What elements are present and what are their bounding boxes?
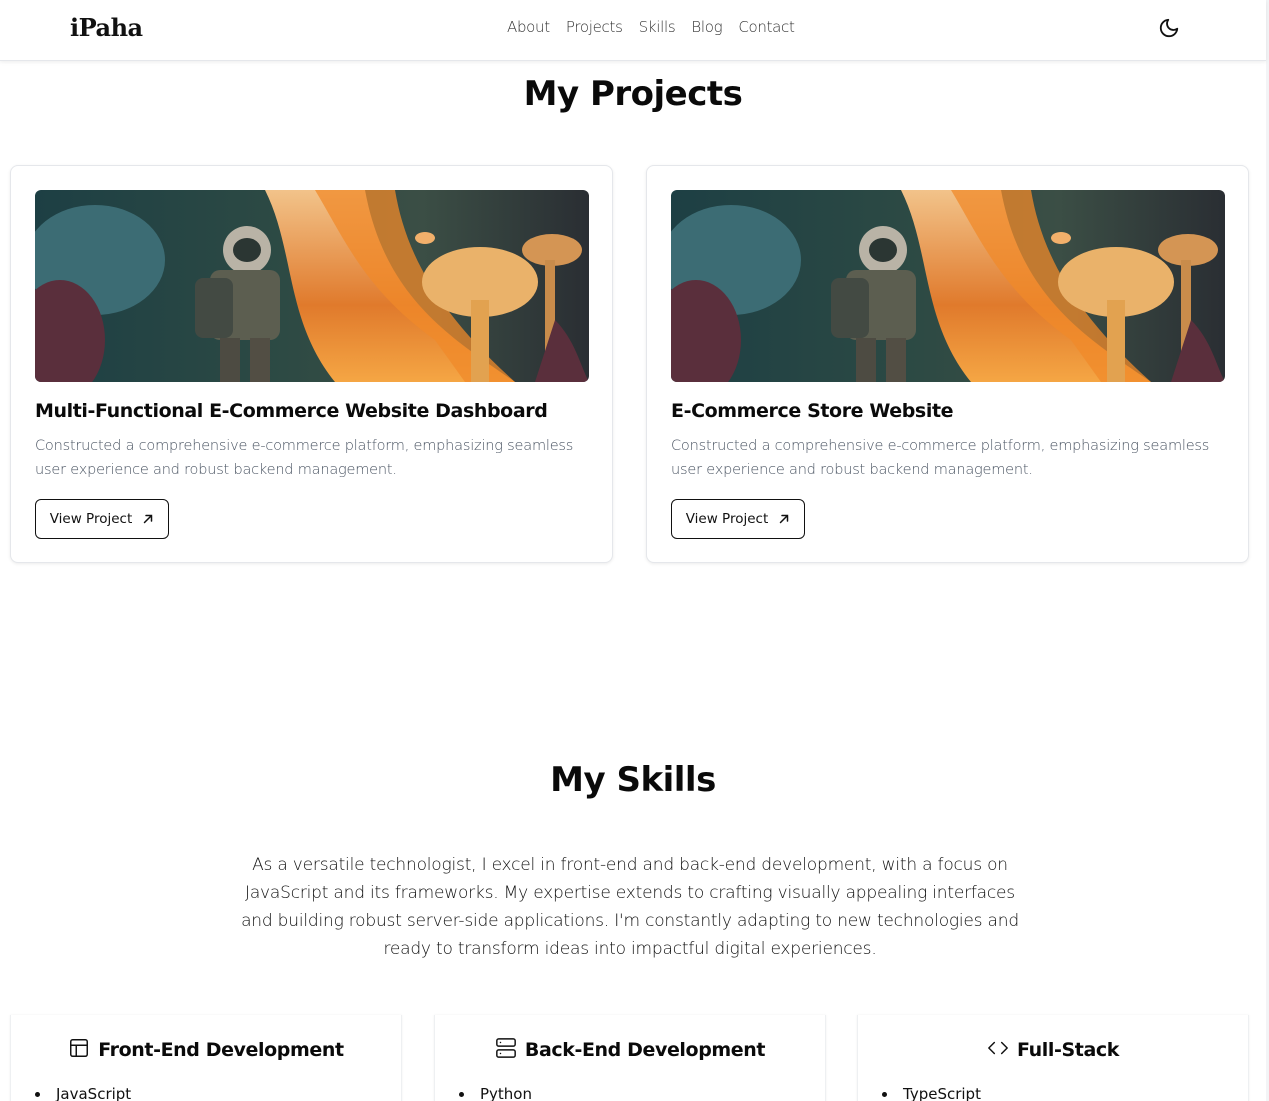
skill-list-item: Python <box>459 1085 532 1101</box>
skill-item-label: JavaScript <box>56 1085 132 1101</box>
arrow-up-right-icon <box>780 514 789 524</box>
skill-card-frontend: Front-End Development JavaScript <box>10 1015 402 1101</box>
skill-card-title: Full-Stack <box>1017 1039 1119 1061</box>
view-project-button[interactable]: View Project <box>671 499 805 539</box>
code-icon <box>988 1041 1008 1055</box>
layout-icon <box>70 1039 89 1057</box>
theme-toggle-button[interactable] <box>1158 17 1180 39</box>
project-image <box>35 190 589 382</box>
skill-list-item: JavaScript <box>35 1085 131 1101</box>
site-logo[interactable]: iPaha <box>70 13 143 42</box>
nav-link-blog[interactable]: Blog <box>691 18 722 36</box>
project-description: Constructed a comprehensive e-commerce p… <box>671 438 1210 478</box>
project-card: Multi-Functional E-Commerce Website Dash… <box>10 165 613 563</box>
moon-icon <box>1159 18 1179 38</box>
skills-section-title: My Skills <box>550 760 716 800</box>
skill-card-header: Full-Stack <box>858 1035 1248 1061</box>
skill-card-header: Front-End Development <box>11 1035 401 1061</box>
skill-card-header: Back-End Development <box>435 1035 825 1061</box>
view-project-label: View Project <box>685 511 769 527</box>
site-header: iPaha About Projects Skills Blog Contact <box>0 0 1266 61</box>
nav-link-contact[interactable]: Contact <box>738 18 795 36</box>
skill-list: TypeScript <box>882 1085 981 1101</box>
skill-card-fullstack: Full-Stack TypeScript <box>857 1015 1249 1101</box>
astronaut-mushroom-forest-image <box>671 190 1225 382</box>
project-card: E-Commerce Store Website Constructed a c… <box>646 165 1249 563</box>
nav-link-projects[interactable]: Projects <box>566 18 623 36</box>
skill-item-label: TypeScript <box>903 1085 981 1101</box>
skill-card-backend: Back-End Development Python <box>434 1015 826 1101</box>
view-project-label: View Project <box>49 511 133 527</box>
projects-section-title: My Projects <box>523 74 743 114</box>
main-nav: About Projects Skills Blog Contact <box>507 18 795 36</box>
skill-list-item: TypeScript <box>882 1085 981 1101</box>
project-title: E-Commerce Store Website <box>671 400 954 422</box>
arrow-up-right-icon <box>144 514 153 524</box>
skill-card-title: Back-End Development <box>524 1039 766 1061</box>
project-title: Multi-Functional E-Commerce Website Dash… <box>35 400 548 422</box>
skill-item-label: Python <box>480 1085 532 1101</box>
astronaut-mushroom-forest-image <box>35 190 589 382</box>
nav-link-about[interactable]: About <box>507 18 550 36</box>
project-description: Constructed a comprehensive e-commerce p… <box>35 438 574 478</box>
view-project-button[interactable]: View Project <box>35 499 169 539</box>
server-icon <box>495 1038 516 1058</box>
project-image <box>671 190 1225 382</box>
skill-list: Python <box>459 1085 532 1101</box>
skills-description: As a versatile technologist, I excel in … <box>241 855 1019 959</box>
nav-link-skills[interactable]: Skills <box>639 18 676 36</box>
skill-list: JavaScript <box>35 1085 131 1101</box>
skill-card-title: Front-End Development <box>98 1039 344 1061</box>
